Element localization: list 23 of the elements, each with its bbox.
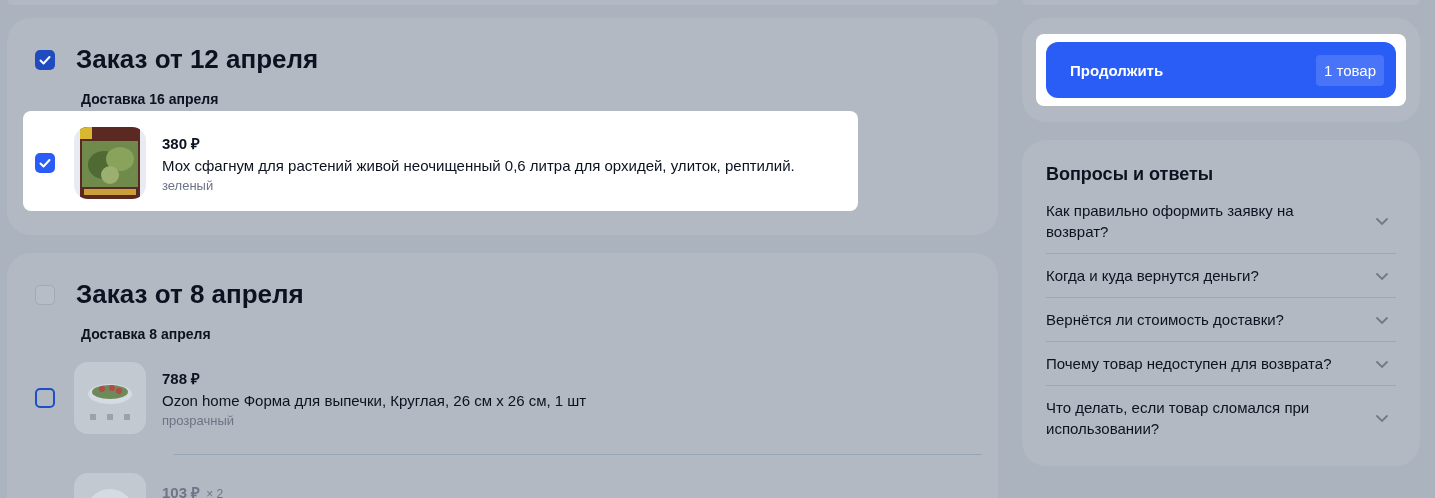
product-name[interactable]: Ozon home Форма для выпечки, Круглая, 26 см х 26 см, 1 шт <box>162 392 587 409</box>
item-count: 1 товар <box>1315 54 1384 86</box>
product-name[interactable]: Мох сфагнум для растений живой неочищенный 0,6 литра для орхидей, улиток, рептилий. <box>162 157 795 174</box>
quantity: × 2 <box>206 487 224 498</box>
delivery-date: Доставка 16 апреля <box>81 91 219 107</box>
faq-question[interactable]: Почему товар недоступен для возврата? <box>1046 353 1332 374</box>
product-color: зеленый <box>162 178 214 193</box>
faq-title: Вопросы и ответы <box>1046 164 1214 185</box>
faq-question[interactable]: Как правильно оформить заявку на возврат? <box>1046 200 1346 242</box>
faq-question[interactable]: Вернётся ли стоимость доставки? <box>1046 309 1284 330</box>
checkbox[interactable] <box>35 153 55 173</box>
price: 103 ₽ <box>162 483 201 498</box>
checkbox[interactable] <box>35 49 55 70</box>
price: 788 ₽ <box>162 369 201 388</box>
faq-question[interactable]: Когда и куда вернутся деньги? <box>1046 265 1259 286</box>
delivery-date: Доставка 8 апреля <box>81 326 211 342</box>
price: 380 ₽ <box>162 134 201 153</box>
checkbox[interactable] <box>35 388 55 408</box>
order-title: Заказ от 12 апреля <box>76 44 319 75</box>
product-color: прозрачный <box>162 413 235 428</box>
order-title: Заказ от 8 апреля <box>76 279 304 310</box>
faq-question[interactable]: Что делать, если товар сломался при использовании? <box>1046 397 1346 439</box>
continue-button[interactable]: Продолжить 1 товар <box>1046 42 1396 98</box>
